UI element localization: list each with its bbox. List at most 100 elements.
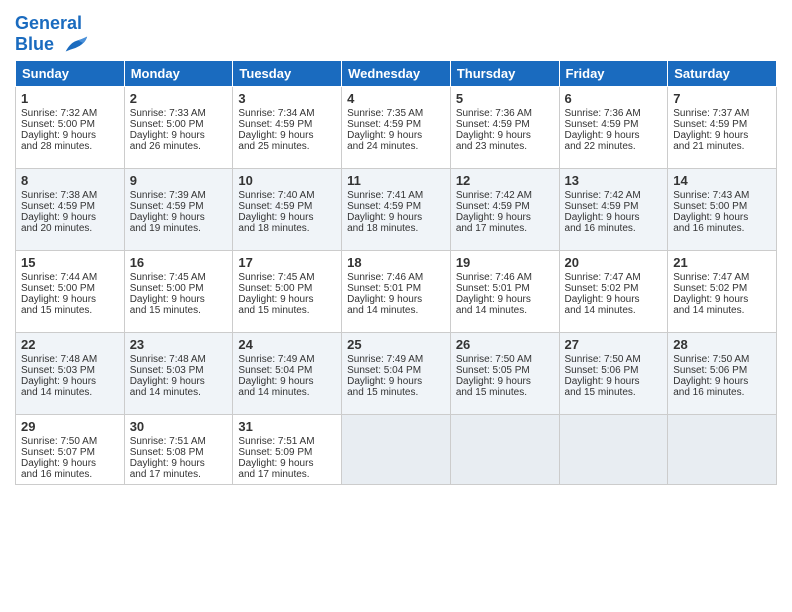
cell-text: Daylight: 9 hours <box>238 458 336 469</box>
cell-text: Sunrise: 7:49 AM <box>238 354 336 365</box>
cell-text: and 14 minutes. <box>456 305 554 316</box>
cell-text: Daylight: 9 hours <box>21 376 119 387</box>
cell-text: Sunrise: 7:37 AM <box>673 108 771 119</box>
cell-text: Sunset: 5:00 PM <box>238 283 336 294</box>
cell-text: Daylight: 9 hours <box>21 130 119 141</box>
cell-text: Daylight: 9 hours <box>238 130 336 141</box>
day-number: 24 <box>238 337 336 352</box>
weekday-header-saturday: Saturday <box>668 60 777 86</box>
day-number: 5 <box>456 91 554 106</box>
cell-text: Daylight: 9 hours <box>565 130 663 141</box>
cell-text: Sunrise: 7:34 AM <box>238 108 336 119</box>
cell-text: Sunset: 5:08 PM <box>130 447 228 458</box>
cell-text: Sunset: 4:59 PM <box>456 119 554 130</box>
cell-text: Sunset: 4:59 PM <box>21 201 119 212</box>
cell-text: Sunset: 5:03 PM <box>130 365 228 376</box>
cell-text: Sunrise: 7:51 AM <box>238 436 336 447</box>
day-number: 17 <box>238 255 336 270</box>
cell-text: Sunrise: 7:47 AM <box>673 272 771 283</box>
calendar-cell: 6Sunrise: 7:36 AMSunset: 4:59 PMDaylight… <box>559 86 668 168</box>
cell-text: Sunset: 4:59 PM <box>238 119 336 130</box>
calendar-cell: 16Sunrise: 7:45 AMSunset: 5:00 PMDayligh… <box>124 250 233 332</box>
cell-text: Sunrise: 7:48 AM <box>21 354 119 365</box>
cell-text: Sunset: 4:59 PM <box>673 119 771 130</box>
cell-text: Sunrise: 7:44 AM <box>21 272 119 283</box>
calendar-cell: 5Sunrise: 7:36 AMSunset: 4:59 PMDaylight… <box>450 86 559 168</box>
calendar-cell: 20Sunrise: 7:47 AMSunset: 5:02 PMDayligh… <box>559 250 668 332</box>
calendar-cell <box>668 414 777 484</box>
cell-text: Sunrise: 7:50 AM <box>456 354 554 365</box>
calendar-cell <box>559 414 668 484</box>
cell-text: Daylight: 9 hours <box>130 130 228 141</box>
cell-text: and 16 minutes. <box>565 223 663 234</box>
day-number: 10 <box>238 173 336 188</box>
cell-text: Sunset: 4:59 PM <box>565 119 663 130</box>
day-number: 31 <box>238 419 336 434</box>
cell-text: Daylight: 9 hours <box>456 376 554 387</box>
day-number: 14 <box>673 173 771 188</box>
cell-text: Sunrise: 7:46 AM <box>347 272 445 283</box>
day-number: 27 <box>565 337 663 352</box>
calendar-cell: 30Sunrise: 7:51 AMSunset: 5:08 PMDayligh… <box>124 414 233 484</box>
day-number: 4 <box>347 91 445 106</box>
cell-text: and 22 minutes. <box>565 141 663 152</box>
cell-text: and 15 minutes. <box>238 305 336 316</box>
cell-text: Daylight: 9 hours <box>347 294 445 305</box>
cell-text: and 24 minutes. <box>347 141 445 152</box>
day-number: 20 <box>565 255 663 270</box>
cell-text: Sunrise: 7:51 AM <box>130 436 228 447</box>
calendar-cell: 1Sunrise: 7:32 AMSunset: 5:00 PMDaylight… <box>16 86 125 168</box>
cell-text: Sunset: 5:00 PM <box>130 283 228 294</box>
cell-text: Sunrise: 7:36 AM <box>565 108 663 119</box>
day-number: 28 <box>673 337 771 352</box>
calendar-cell: 23Sunrise: 7:48 AMSunset: 5:03 PMDayligh… <box>124 332 233 414</box>
weekday-header-monday: Monday <box>124 60 233 86</box>
cell-text: Daylight: 9 hours <box>130 376 228 387</box>
cell-text: Sunrise: 7:50 AM <box>21 436 119 447</box>
cell-text: Sunrise: 7:50 AM <box>565 354 663 365</box>
calendar-cell <box>450 414 559 484</box>
cell-text: Sunrise: 7:43 AM <box>673 190 771 201</box>
cell-text: Sunrise: 7:45 AM <box>238 272 336 283</box>
cell-text: Sunset: 5:00 PM <box>21 119 119 130</box>
cell-text: Sunset: 4:59 PM <box>238 201 336 212</box>
day-number: 29 <box>21 419 119 434</box>
calendar-cell: 21Sunrise: 7:47 AMSunset: 5:02 PMDayligh… <box>668 250 777 332</box>
cell-text: and 26 minutes. <box>130 141 228 152</box>
cell-text: Sunset: 5:09 PM <box>238 447 336 458</box>
cell-text: Sunset: 4:59 PM <box>130 201 228 212</box>
cell-text: Daylight: 9 hours <box>130 458 228 469</box>
cell-text: Daylight: 9 hours <box>565 294 663 305</box>
calendar-cell: 26Sunrise: 7:50 AMSunset: 5:05 PMDayligh… <box>450 332 559 414</box>
weekday-header-thursday: Thursday <box>450 60 559 86</box>
cell-text: and 15 minutes. <box>130 305 228 316</box>
cell-text: Sunset: 5:02 PM <box>673 283 771 294</box>
calendar-cell: 2Sunrise: 7:33 AMSunset: 5:00 PMDaylight… <box>124 86 233 168</box>
weekday-header-sunday: Sunday <box>16 60 125 86</box>
cell-text: Sunset: 4:59 PM <box>347 201 445 212</box>
cell-text: and 15 minutes. <box>456 387 554 398</box>
cell-text: and 17 minutes. <box>130 469 228 480</box>
day-number: 23 <box>130 337 228 352</box>
cell-text: Sunrise: 7:42 AM <box>456 190 554 201</box>
cell-text: Sunrise: 7:32 AM <box>21 108 119 119</box>
cell-text: Sunset: 5:01 PM <box>347 283 445 294</box>
cell-text: Daylight: 9 hours <box>456 130 554 141</box>
calendar-cell: 18Sunrise: 7:46 AMSunset: 5:01 PMDayligh… <box>342 250 451 332</box>
logo: General Blue <box>15 14 89 56</box>
day-number: 9 <box>130 173 228 188</box>
cell-text: Sunrise: 7:46 AM <box>456 272 554 283</box>
calendar-cell: 22Sunrise: 7:48 AMSunset: 5:03 PMDayligh… <box>16 332 125 414</box>
cell-text: and 20 minutes. <box>21 223 119 234</box>
day-number: 19 <box>456 255 554 270</box>
cell-text: Daylight: 9 hours <box>673 376 771 387</box>
cell-text: Sunrise: 7:50 AM <box>673 354 771 365</box>
cell-text: Sunset: 5:01 PM <box>456 283 554 294</box>
cell-text: Sunrise: 7:35 AM <box>347 108 445 119</box>
cell-text: and 18 minutes. <box>347 223 445 234</box>
cell-text: and 17 minutes. <box>456 223 554 234</box>
calendar-cell: 7Sunrise: 7:37 AMSunset: 4:59 PMDaylight… <box>668 86 777 168</box>
cell-text: Sunrise: 7:41 AM <box>347 190 445 201</box>
cell-text: Sunset: 5:07 PM <box>21 447 119 458</box>
cell-text: and 14 minutes. <box>565 305 663 316</box>
